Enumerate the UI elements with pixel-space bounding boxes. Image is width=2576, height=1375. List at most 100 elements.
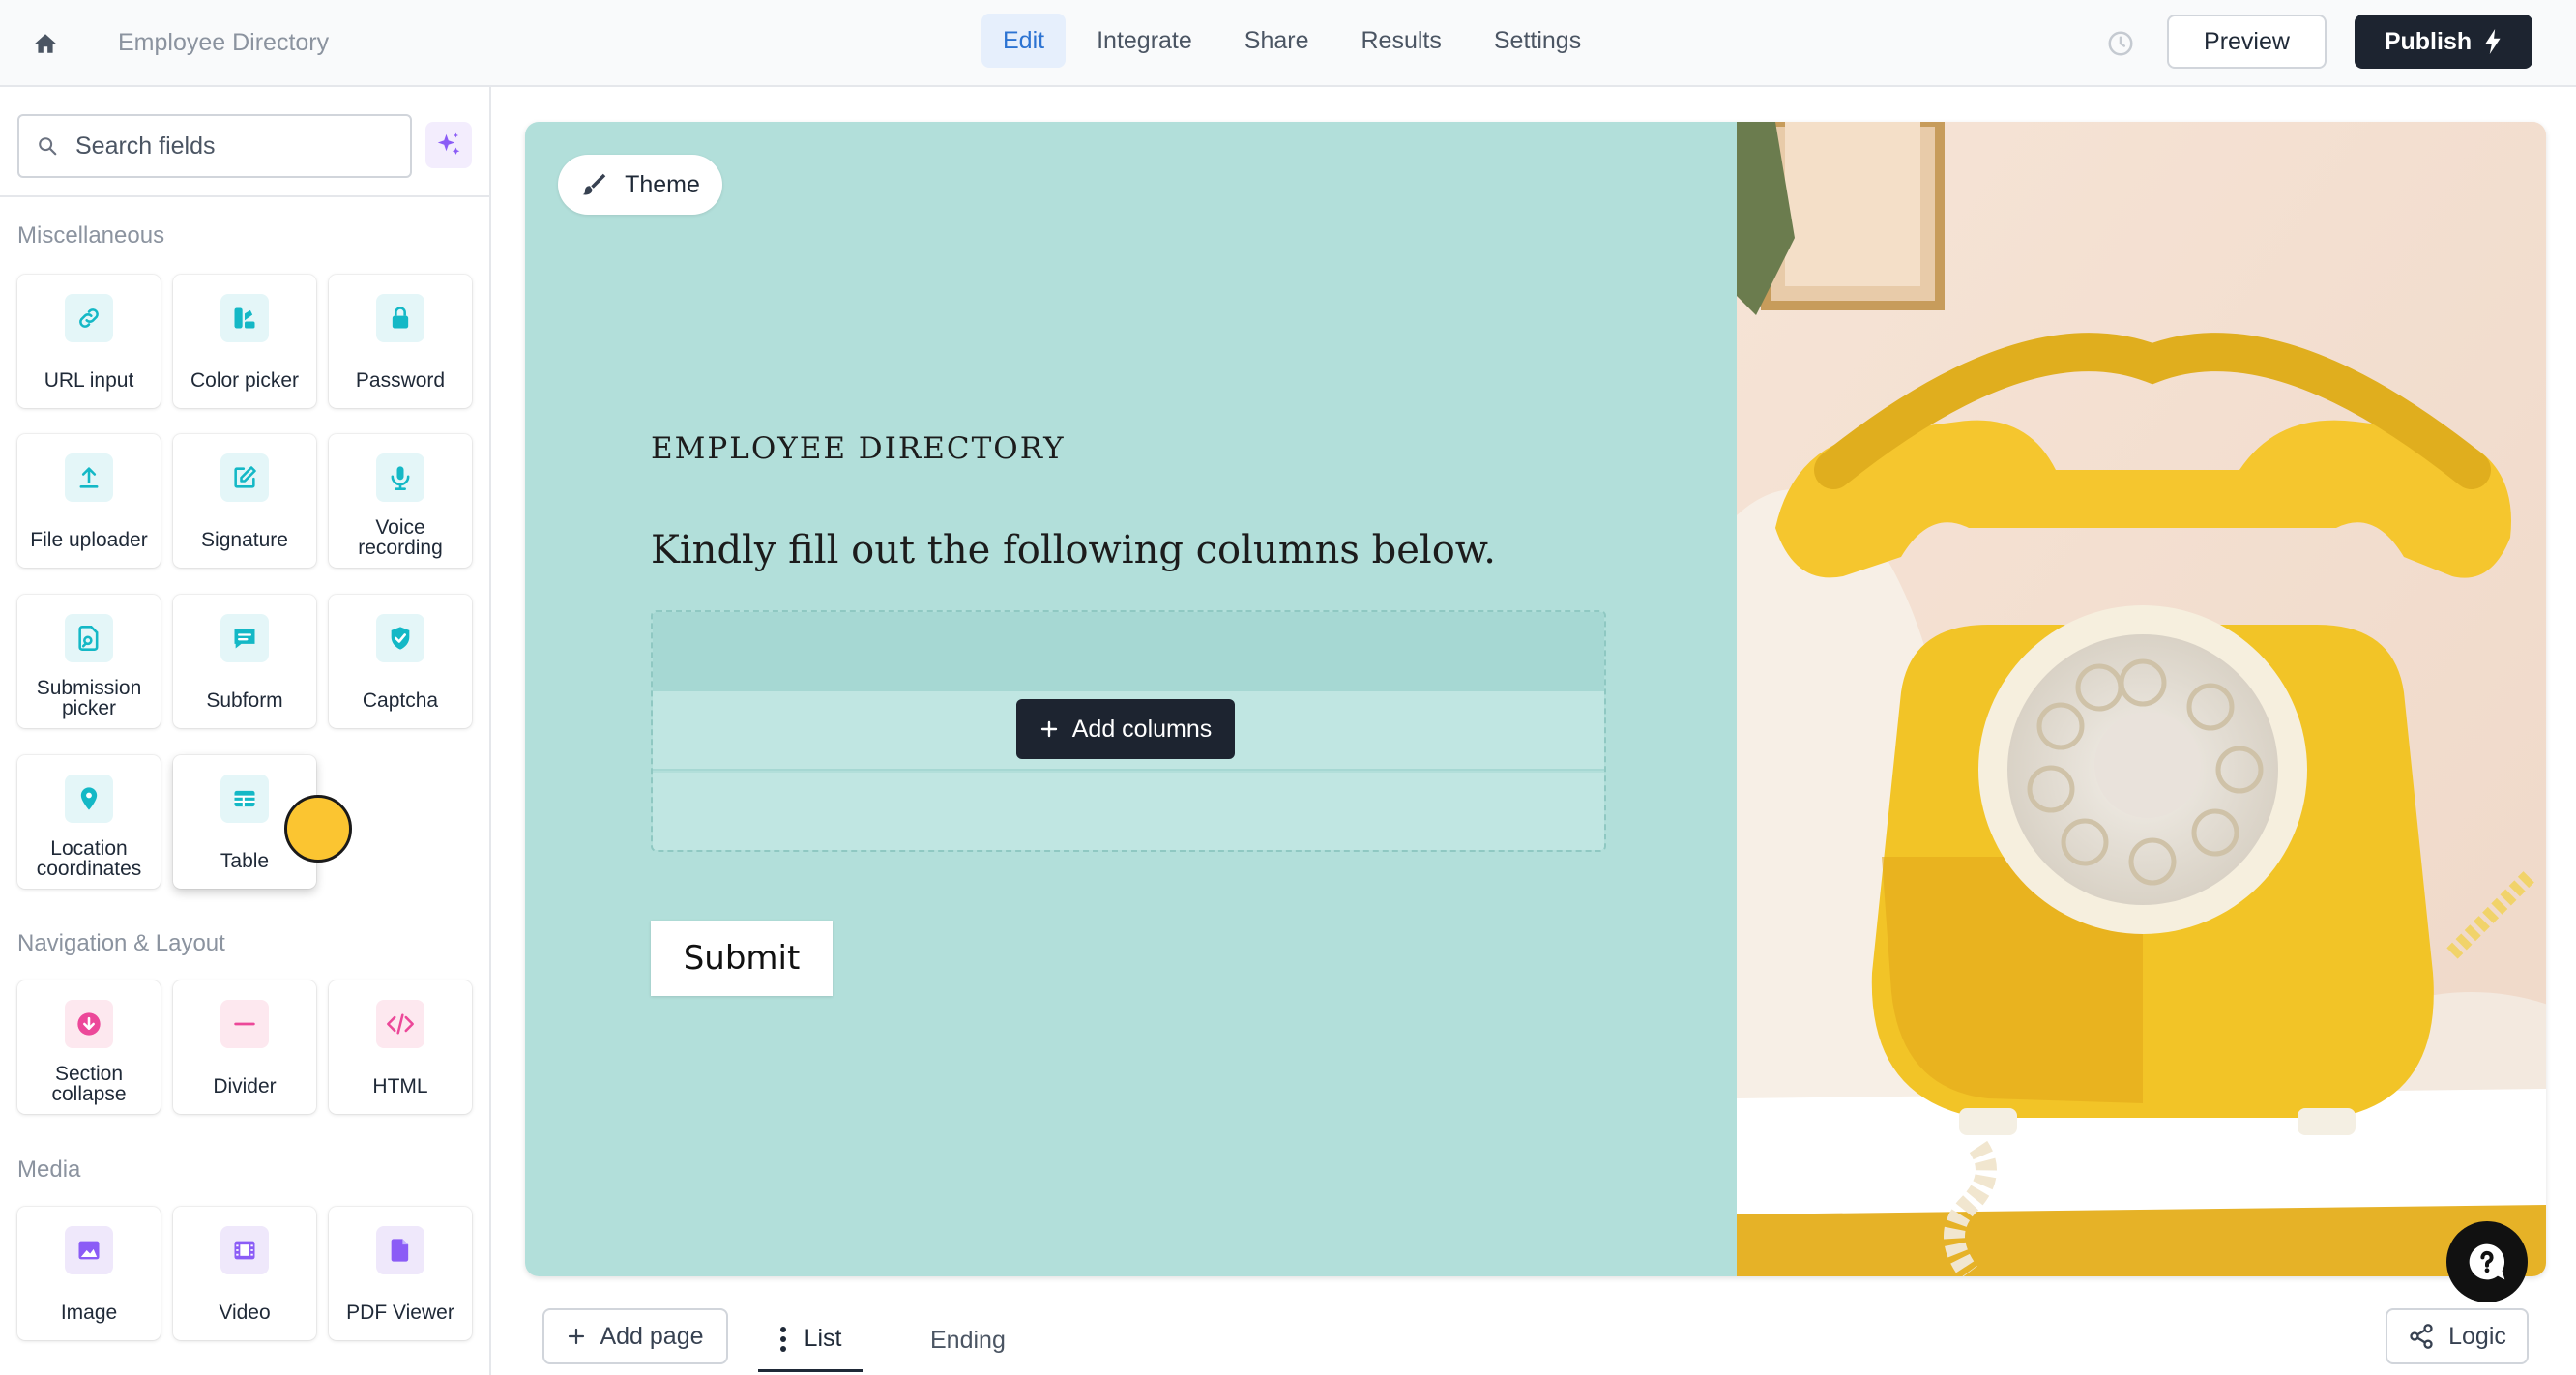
search-icon: [37, 135, 60, 157]
field-tile-label: File uploader: [30, 529, 148, 551]
chat-form-icon: [220, 614, 269, 662]
form-title[interactable]: Employee Directory: [118, 25, 329, 60]
section-label-navigation-layout: Navigation & Layout: [17, 930, 225, 956]
field-tile-divider[interactable]: Divider: [173, 980, 316, 1114]
field-tile-file-uploader[interactable]: File uploader: [17, 434, 161, 568]
paintbrush-icon: [582, 173, 606, 195]
pencil-square-icon: [220, 453, 269, 502]
form-canvas: Theme EMPLOYEE DIRECTORY Kindly fill out…: [525, 122, 2546, 1276]
theme-label: Theme: [625, 170, 700, 198]
question-bubble-icon: [2469, 1243, 2505, 1280]
add-columns-button[interactable]: Add columns: [1016, 699, 1235, 759]
telephone-illustration: [1737, 122, 2546, 1276]
field-tile-label: Table: [220, 850, 270, 872]
page-tab-list[interactable]: List: [758, 1308, 863, 1372]
cursor-indicator: [284, 795, 352, 863]
field-tile-color-picker[interactable]: Color picker: [173, 275, 316, 408]
search-input[interactable]: [75, 132, 366, 161]
field-tile-subform[interactable]: Subform: [173, 595, 316, 728]
form-area: Theme EMPLOYEE DIRECTORY Kindly fill out…: [525, 122, 1737, 1276]
theme-button[interactable]: Theme: [558, 155, 722, 215]
section-label-media: Media: [17, 1156, 81, 1183]
tab-share[interactable]: Share: [1223, 14, 1331, 68]
top-bar: Employee Directory Edit Integrate Share …: [0, 0, 2576, 87]
list-tab-label: List: [804, 1325, 842, 1352]
chevron-circle-icon: [65, 1000, 113, 1048]
tab-results[interactable]: Results: [1340, 14, 1463, 68]
ai-generate-button[interactable]: [425, 122, 472, 168]
field-tile-label: Video: [219, 1302, 271, 1324]
submit-button[interactable]: Submit: [651, 921, 833, 996]
field-tile-url-input[interactable]: URL input: [17, 275, 161, 408]
field-tile-submission-picker[interactable]: Submission picker: [17, 595, 161, 728]
logic-label: Logic: [2448, 1322, 2506, 1350]
field-tile-label: Submission picker: [36, 677, 142, 719]
file-icon: [376, 1226, 424, 1274]
field-tile-video[interactable]: Video: [173, 1207, 316, 1340]
sparkles-icon: [437, 132, 460, 155]
field-tile-label: Section collapse: [51, 1063, 127, 1105]
plus-icon: [1040, 720, 1057, 738]
form-heading[interactable]: EMPLOYEE DIRECTORY: [651, 431, 1066, 466]
tab-settings[interactable]: Settings: [1473, 14, 1602, 68]
film-icon: [220, 1226, 269, 1274]
map-pin-icon: [65, 775, 113, 823]
link-icon: [65, 294, 113, 342]
history-button[interactable]: [2098, 21, 2143, 66]
plus-icon: [569, 1328, 585, 1345]
field-tile-label: Image: [60, 1302, 118, 1324]
field-tile-captcha[interactable]: Captcha: [329, 595, 472, 728]
form-description[interactable]: Kindly fill out the following columns be…: [651, 528, 1496, 572]
field-tile-location-coordinates[interactable]: Location coordinates: [17, 755, 161, 889]
add-page-label: Add page: [600, 1322, 704, 1350]
preview-button[interactable]: Preview: [2167, 15, 2327, 69]
sidebar-divider: [0, 195, 489, 197]
table-field-placeholder[interactable]: Add columns: [651, 610, 1606, 852]
share-nodes-icon: [2410, 1324, 2433, 1349]
table-header-row: [653, 612, 1604, 691]
field-tile-signature[interactable]: Signature: [173, 434, 316, 568]
field-tile-password[interactable]: Password: [329, 275, 472, 408]
publish-button[interactable]: Publish: [2355, 15, 2532, 69]
table-icon: [220, 775, 269, 823]
shield-check-icon: [376, 614, 424, 662]
field-tile-label: Color picker: [190, 369, 300, 392]
field-tile-label: Captcha: [362, 689, 439, 712]
tab-edit[interactable]: Edit: [981, 14, 1067, 68]
logic-button[interactable]: Logic: [2386, 1308, 2529, 1364]
clock-icon: [2108, 31, 2133, 56]
field-tile-image[interactable]: Image: [17, 1207, 161, 1340]
field-tile-label: PDF Viewer: [346, 1302, 454, 1324]
field-tile-label: Location coordinates: [36, 837, 142, 880]
add-page-button[interactable]: Add page: [542, 1308, 728, 1364]
fields-sidebar: Miscellaneous URL input Color picker Pas…: [0, 87, 491, 1375]
field-tile-label: Subform: [206, 689, 283, 712]
minus-icon: [220, 1000, 269, 1048]
section-label-miscellaneous: Miscellaneous: [17, 222, 165, 249]
field-tile-label: Signature: [201, 529, 288, 551]
add-columns-label: Add columns: [1071, 715, 1213, 743]
field-tile-pdf-viewer[interactable]: PDF Viewer: [329, 1207, 472, 1340]
lightning-icon: [2485, 29, 2501, 54]
nav-tabs: Edit Integrate Share Results Settings: [981, 14, 1612, 68]
page-tab-ending[interactable]: Ending: [909, 1308, 1027, 1372]
image-icon: [65, 1226, 113, 1274]
field-tile-voice-recording[interactable]: Voice recording: [329, 434, 472, 568]
tab-integrate[interactable]: Integrate: [1075, 14, 1214, 68]
table-row: [653, 773, 1604, 850]
field-tile-section-collapse[interactable]: Section collapse: [17, 980, 161, 1114]
vertical-dots-icon[interactable]: [779, 1326, 787, 1353]
field-tile-label: Password: [355, 369, 446, 392]
home-button[interactable]: [23, 21, 68, 66]
search-box[interactable]: [17, 114, 412, 178]
field-tile-label: Voice recording: [358, 516, 443, 559]
cover-image[interactable]: [1737, 122, 2546, 1276]
field-tile-html[interactable]: HTML: [329, 980, 472, 1114]
field-tile-label: HTML: [372, 1075, 428, 1097]
upload-icon: [65, 453, 113, 502]
home-icon: [35, 34, 56, 53]
palette-icon: [220, 294, 269, 342]
help-chat-button[interactable]: [2446, 1221, 2528, 1302]
document-search-icon: [65, 614, 113, 662]
code-icon: [376, 1000, 424, 1048]
